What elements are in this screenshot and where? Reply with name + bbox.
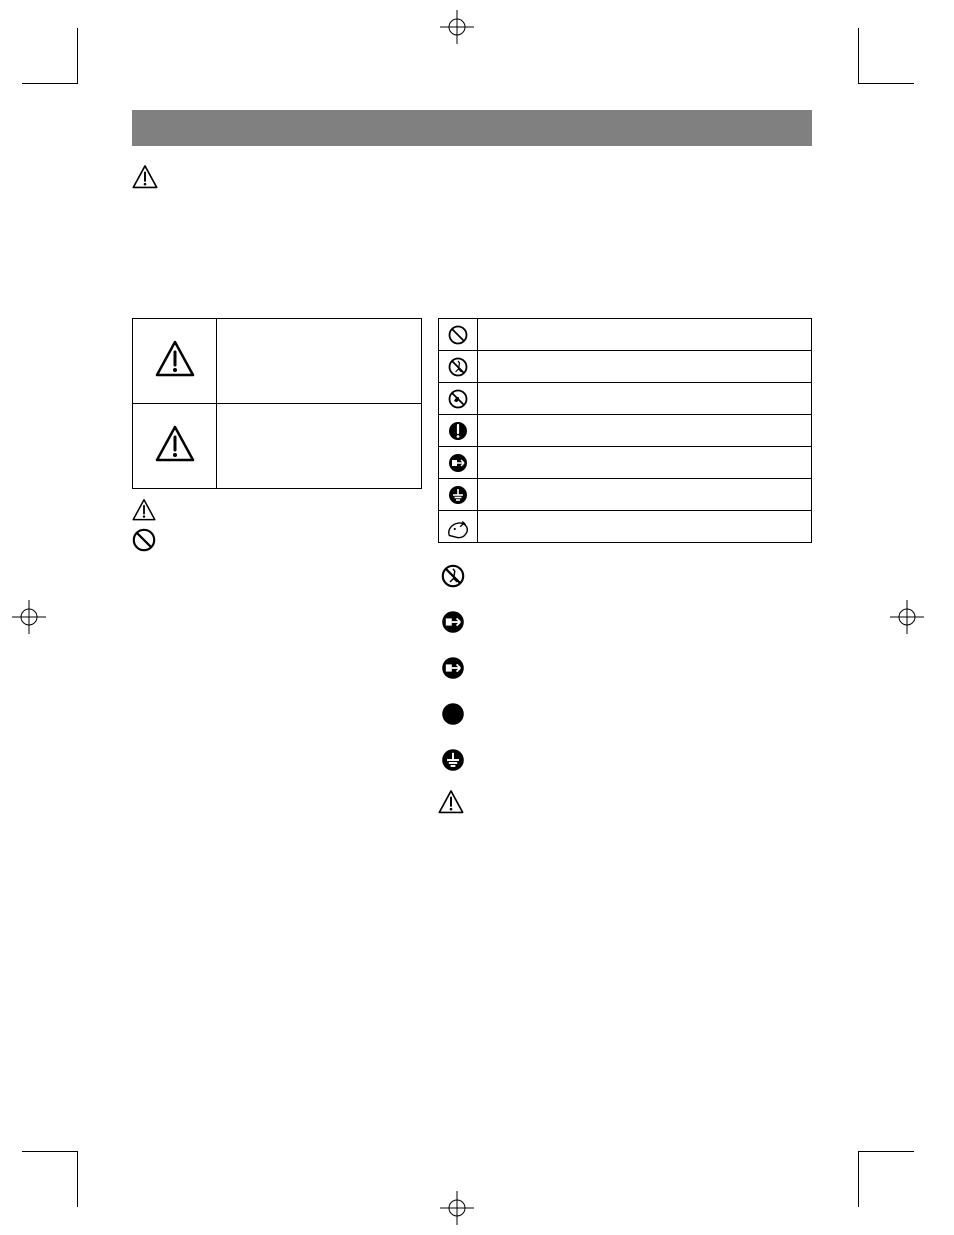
safety-page (132, 110, 812, 819)
registration-mark-icon (440, 10, 474, 44)
prohibit-icon (132, 528, 156, 552)
warning-subsection (438, 789, 812, 819)
injury-icon (445, 516, 471, 538)
no-disassemble-icon (448, 357, 468, 377)
no-disassemble-icon (441, 564, 465, 588)
no-wet-hands-icon (448, 389, 468, 409)
severity-desc (217, 319, 422, 404)
unplug-icon (441, 610, 465, 634)
warning-triangle-icon (438, 789, 464, 819)
header-bar (132, 110, 812, 146)
symbol-desc (478, 415, 812, 447)
crop-mark-bottom-right (858, 1151, 914, 1207)
list-item (438, 599, 812, 645)
warning-triangle-icon (132, 164, 158, 190)
symbol-desc (478, 319, 812, 351)
list-item (438, 645, 812, 691)
registration-mark-icon (12, 600, 46, 634)
ground-icon (448, 485, 468, 505)
crop-mark-top-left (22, 28, 78, 84)
list-item (438, 691, 812, 737)
symbol-desc (478, 479, 812, 511)
table-row (439, 511, 812, 543)
severity-table (132, 318, 422, 489)
severity-icon-cell (133, 404, 217, 489)
symbol-table (438, 318, 812, 543)
symbol-desc (478, 511, 812, 543)
warning-triangle-icon (155, 339, 195, 379)
mandatory-icon (448, 421, 468, 441)
table-row (439, 319, 812, 351)
severity-icon-cell (133, 319, 217, 404)
list-item (438, 737, 812, 783)
symbol-desc (478, 447, 812, 479)
left-notes (132, 495, 422, 555)
table-row (439, 479, 812, 511)
intro-row (132, 164, 812, 190)
table-row (439, 447, 812, 479)
table-row (133, 319, 422, 404)
crop-mark-top-right (858, 28, 914, 84)
table-row (439, 383, 812, 415)
registration-mark-icon (440, 1191, 474, 1225)
unplug-icon (441, 656, 465, 680)
severity-desc (217, 404, 422, 489)
crop-mark-bottom-left (22, 1151, 78, 1207)
list-item (438, 553, 812, 599)
right-notes-list (438, 553, 812, 783)
symbol-desc (478, 383, 812, 415)
prohibit-icon (448, 325, 468, 345)
symbol-desc (478, 351, 812, 383)
table-row (439, 351, 812, 383)
warning-triangle-icon (132, 498, 156, 522)
ground-icon (441, 748, 465, 772)
table-row (133, 404, 422, 489)
table-row (439, 415, 812, 447)
intro-paragraph-space (132, 198, 812, 308)
unplug-icon (448, 453, 468, 473)
solid-circle-icon (441, 702, 465, 726)
registration-mark-icon (890, 600, 924, 634)
warning-triangle-icon (155, 424, 195, 464)
